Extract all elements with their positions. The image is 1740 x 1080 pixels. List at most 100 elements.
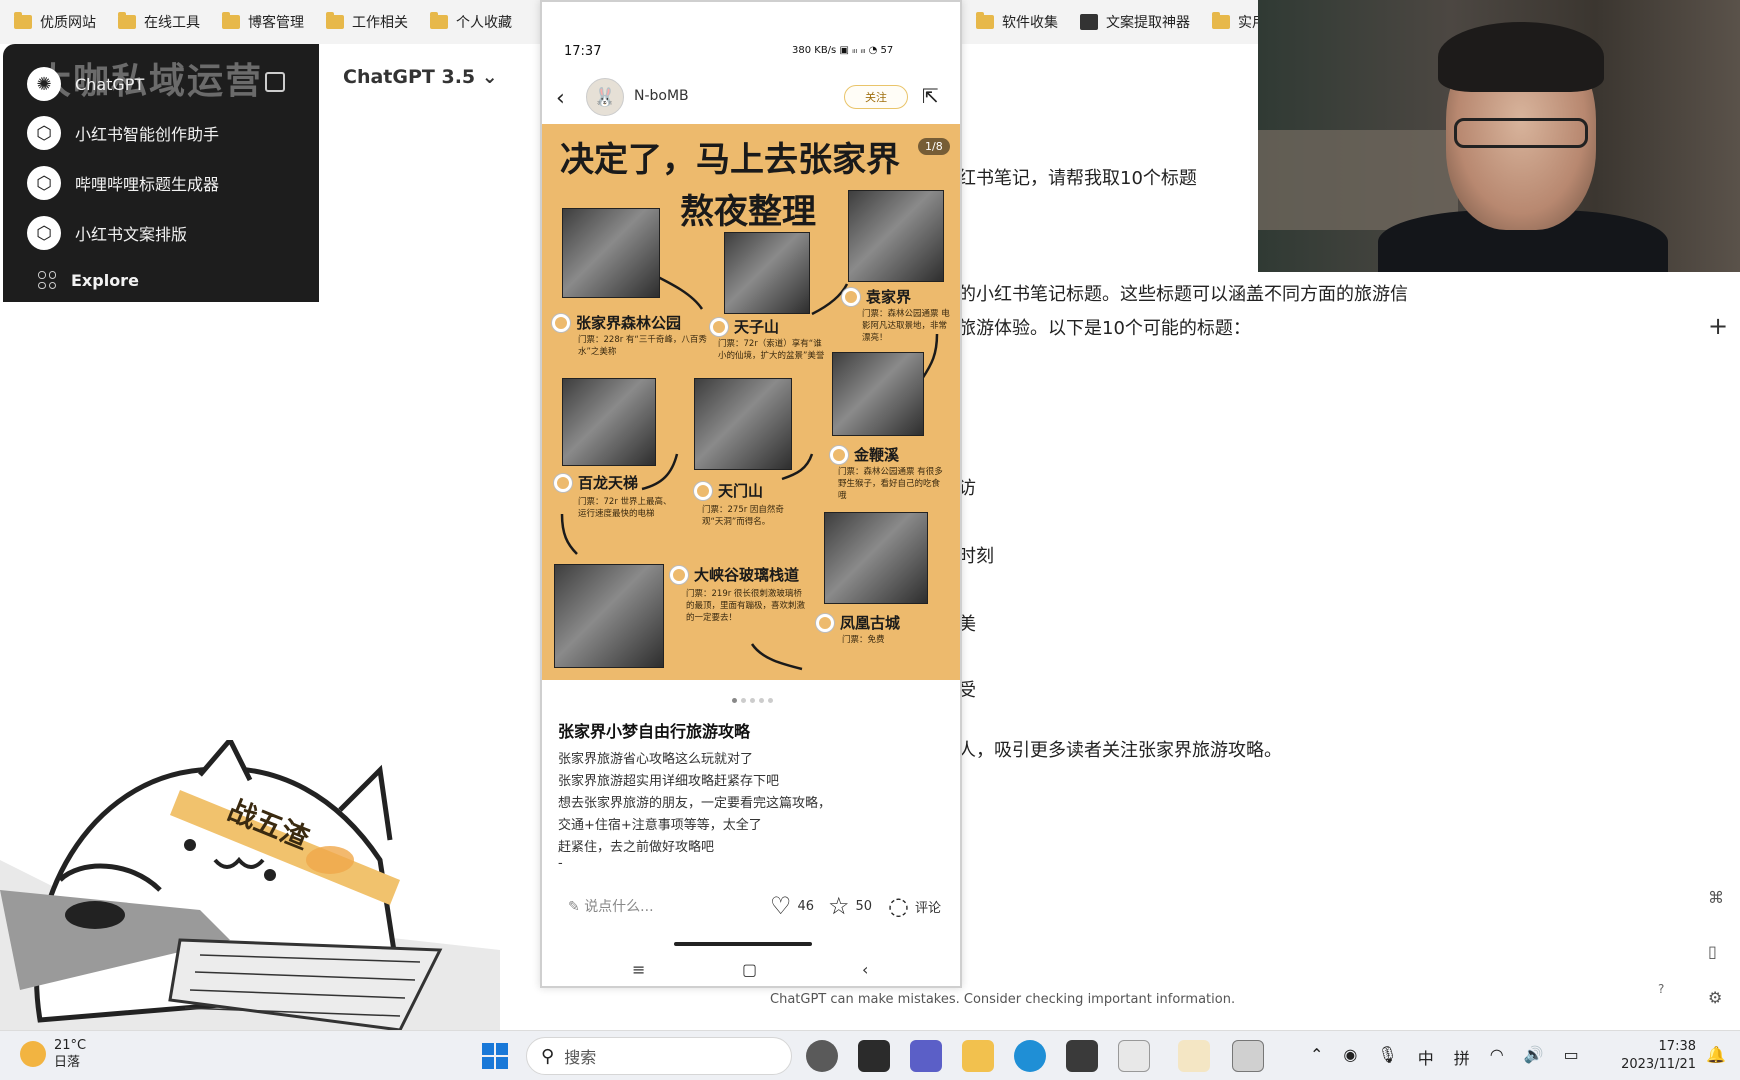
edge-browser-icon[interactable] xyxy=(1014,1040,1046,1072)
spot-label: 凤凰古城 xyxy=(816,612,900,633)
taskbar-clock[interactable]: 17:38 2023/11/21 xyxy=(1620,1038,1696,1074)
home-square-icon[interactable]: ▢ xyxy=(742,960,757,979)
bookmark-folder[interactable]: 优质网站 xyxy=(14,12,96,32)
bookmark-folder[interactable]: 工作相关 xyxy=(326,12,408,32)
chevron-up-icon[interactable]: ⌃ xyxy=(1310,1045,1323,1069)
app-icon-terminal[interactable] xyxy=(1066,1040,1098,1072)
search-icon: ⚲ xyxy=(541,1045,555,1067)
model-selector[interactable]: ChatGPT 3.5 ⌄ xyxy=(343,66,498,88)
back-arrow-icon[interactable]: ‹ xyxy=(556,86,565,111)
webcam-overlay xyxy=(1258,0,1740,272)
notification-bell-icon[interactable]: 🔔 xyxy=(1706,1045,1726,1064)
sidebar-item-explore[interactable]: Explore xyxy=(37,270,139,290)
bookmark-folder[interactable]: 个人收藏 xyxy=(430,12,512,32)
taskbar-search[interactable]: ⚲ 搜索 xyxy=(526,1037,792,1075)
gear-icon[interactable]: ⚙ xyxy=(1708,988,1722,1007)
sidebar-item-bilibili-title[interactable]: ⬡ 哔哩哔哩标题生成器 xyxy=(27,166,219,200)
sidebar-item-chatgpt[interactable]: ✺ ChatGPT xyxy=(27,67,144,101)
volume-icon[interactable]: 🔊 xyxy=(1524,1045,1544,1069)
bookmark-folder[interactable]: 在线工具 xyxy=(118,12,200,32)
new-chat-edit-icon[interactable] xyxy=(265,72,285,92)
menu-icon[interactable]: ≡ xyxy=(632,960,645,979)
post-body-line: 交通+住宿+注意事项等等，太全了 xyxy=(558,818,762,833)
spot-description: 门票：275r 因自然奇观“天洞”而得名。 xyxy=(702,505,784,527)
cat-sticker-illustration: 战五渣 xyxy=(0,740,500,1030)
battery-icon[interactable]: ▭ xyxy=(1564,1045,1579,1069)
spot-photo xyxy=(694,378,792,470)
comment-button[interactable]: ◌ 评论 xyxy=(888,892,941,920)
app-icon-notes[interactable] xyxy=(858,1040,890,1072)
tool-icon[interactable]: ⌘ xyxy=(1708,888,1724,907)
file-explorer-icon[interactable] xyxy=(962,1040,994,1072)
openai-logo-icon: ✺ xyxy=(27,67,61,101)
phone-link-icon[interactable] xyxy=(1232,1040,1264,1072)
plus-icon[interactable]: + xyxy=(1708,312,1728,340)
help-button[interactable]: ? xyxy=(1658,982,1664,996)
folder-icon xyxy=(976,12,994,29)
sidebar-item-xhs-layout[interactable]: ⬡ 小红书文案排版 xyxy=(27,216,187,250)
star-icon: ☆ xyxy=(828,892,850,920)
spot-description: 门票：72r（索道）享有“谁小的仙境，扩大的盆景”美誉 xyxy=(718,339,825,361)
poster-image[interactable]: 决定了，马上去张家界 熬夜整理 1/8 张家界森林公园 门票：228r 有“三千… xyxy=(542,124,960,680)
spot-label: 百龙天梯 xyxy=(554,472,638,493)
spot-description: 门票：72r 世界上最高、运行速度最快的电梯 xyxy=(578,497,672,519)
bookmark-folder[interactable]: 博客管理 xyxy=(222,12,304,32)
spot-label: 袁家界 xyxy=(842,286,911,307)
spot-photo xyxy=(848,190,944,282)
post-action-bar: ✎ 说点什么... ♡ 46 ☆ 50 ◌ 评论 xyxy=(542,892,960,926)
heart-icon: ♡ xyxy=(770,892,792,920)
like-button[interactable]: ♡ 46 xyxy=(770,892,814,920)
spot-description: 门票：森林公园通票 电影阿凡达取景地，非常漂亮！ xyxy=(862,309,950,343)
chat-bubble-icon: ◌ xyxy=(888,892,909,920)
author-name[interactable]: N-boMB xyxy=(634,88,689,104)
temperature: 21°C xyxy=(54,1038,87,1053)
home-indicator[interactable] xyxy=(674,942,812,946)
chat-message-line: 的小红书笔记标题。这些标题可以涵盖不同方面的旅游信 xyxy=(958,284,1408,305)
ring-marker xyxy=(554,473,572,492)
folder-icon xyxy=(1212,12,1230,29)
app-icon-color-picker[interactable] xyxy=(806,1040,838,1072)
post-body-line: 张家界旅游超实用详细攻略赶紧存下吧 xyxy=(558,774,780,789)
tray-app-icon[interactable]: ◉ xyxy=(1343,1045,1357,1069)
spot-photo xyxy=(724,232,810,314)
cube-icon: ⬡ xyxy=(27,166,61,200)
chat-message-line: 红书笔记，请帮我取10个标题 xyxy=(958,168,1197,189)
cube-icon: ⬡ xyxy=(27,216,61,250)
bookmark-link[interactable]: 文案提取神器 xyxy=(1080,12,1190,32)
post-body-line: 张家界旅游省心攻略这么玩就对了 xyxy=(558,752,754,767)
app-icon-photos[interactable] xyxy=(1178,1040,1210,1072)
follow-button[interactable]: 关注 xyxy=(844,85,908,109)
spot-photo xyxy=(562,378,656,466)
sidebar-item-xhs-assistant[interactable]: ⬡ 小红书智能创作助手 xyxy=(27,116,219,150)
wifi-icon[interactable]: ◠ xyxy=(1490,1045,1504,1069)
spot-photo xyxy=(554,564,664,668)
grid-dots-icon xyxy=(37,270,57,290)
ime-language[interactable]: 中 xyxy=(1418,1045,1434,1069)
avatar[interactable]: 🐰 xyxy=(586,78,624,116)
chat-message-line: 旅游体验。以下是10个可能的标题： xyxy=(958,318,1251,339)
ring-marker xyxy=(670,565,688,584)
presenter-glasses xyxy=(1454,118,1588,148)
poster-title: 决定了，马上去张家界 xyxy=(560,140,900,180)
windows-start-icon[interactable] xyxy=(482,1043,508,1069)
collect-button[interactable]: ☆ 50 xyxy=(828,892,872,920)
comment-input[interactable]: ✎ 说点什么... xyxy=(568,896,654,916)
weather-widget[interactable]: 21°C 日落 xyxy=(20,1037,86,1071)
spot-label: 大峡谷玻璃栈道 xyxy=(670,564,799,585)
sidebar-toggle-icon[interactable]: ▯ xyxy=(1708,942,1717,961)
notepad-icon[interactable] xyxy=(1118,1040,1150,1072)
ime-mode[interactable]: 拼 xyxy=(1454,1045,1470,1069)
app-icon-teams[interactable] xyxy=(910,1040,942,1072)
disclaimer-footnote: ChatGPT can make mistakes. Consider chec… xyxy=(770,992,1236,1007)
back-chevron-icon[interactable]: ‹ xyxy=(862,960,868,979)
microphone-icon[interactable]: 🎙 xyxy=(1377,1045,1397,1069)
bookmark-folder[interactable]: 软件收集 xyxy=(976,12,1058,32)
share-icon[interactable]: ⇱ xyxy=(922,84,939,108)
folder-icon xyxy=(326,12,344,29)
phone-status-time: 17:37 xyxy=(564,44,602,59)
spot-photo xyxy=(832,352,924,436)
folder-icon xyxy=(14,12,32,29)
chat-message-line: 时刻 xyxy=(958,546,994,567)
chatgpt-sidebar: 大咖私域运营 ✺ ChatGPT ⬡ 小红书智能创作助手 ⬡ 哔哩哔哩标题生成器… xyxy=(3,44,319,302)
spot-label: 金鞭溪 xyxy=(830,444,899,465)
